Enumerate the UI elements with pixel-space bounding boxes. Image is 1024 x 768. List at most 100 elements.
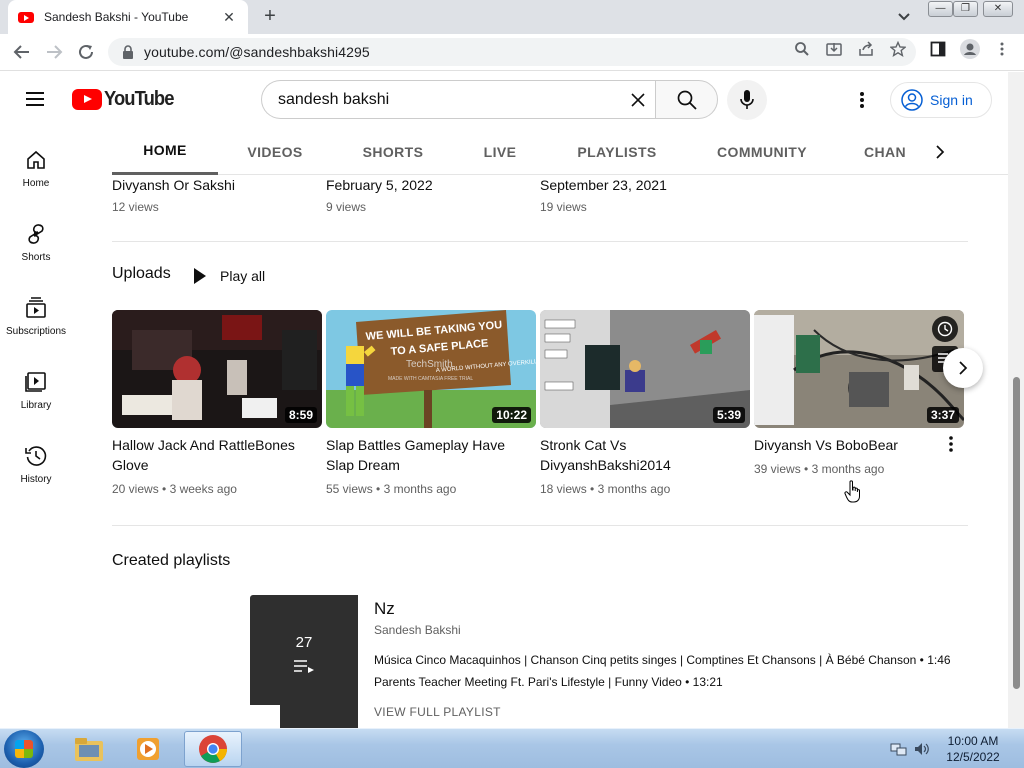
- video-title[interactable]: Stronk Cat Vs DivyanshBakshi2014: [540, 435, 740, 475]
- view-full-playlist-link[interactable]: VIEW FULL PLAYLIST: [374, 705, 501, 719]
- video-title[interactable]: Slap Battles Gameplay Have Slap Dream: [326, 435, 526, 475]
- network-icon[interactable]: [890, 741, 908, 757]
- chrome-icon: [199, 735, 227, 763]
- more-vert-icon: [860, 92, 864, 108]
- video-thumbnail[interactable]: 5:39: [540, 310, 750, 428]
- video-views: 39 views: [754, 462, 801, 476]
- video-action-menu-button[interactable]: [943, 433, 959, 455]
- channel-tabs: HOME VIDEOS SHORTS LIVE PLAYLISTS COMMUN…: [112, 128, 1008, 175]
- clear-search-icon[interactable]: [620, 92, 656, 108]
- list-item[interactable]: Divyansh Or Sakshi 12 views: [112, 175, 322, 214]
- video-age: 3 months ago: [811, 462, 885, 476]
- video-thumbnail[interactable]: WE WILL BE TAKING YOU TO A SAFE PLACE A …: [326, 310, 536, 428]
- video-thumbnail[interactable]: 3:37: [754, 310, 964, 428]
- reload-button[interactable]: [74, 40, 98, 64]
- tab-shorts[interactable]: SHORTS: [352, 128, 434, 175]
- shelf-next-button[interactable]: [943, 348, 983, 388]
- playlist-owner[interactable]: Sandesh Bakshi: [374, 623, 461, 637]
- bookmark-star-icon[interactable]: [890, 41, 906, 57]
- browser-tab[interactable]: Sandesh Bakshi - YouTube ✕: [8, 0, 248, 34]
- taskbar-chrome[interactable]: [184, 731, 242, 767]
- forward-arrow-icon: [47, 45, 63, 59]
- settings-more-button[interactable]: [850, 88, 874, 112]
- guide-item-history[interactable]: History: [0, 424, 72, 498]
- playlist-title[interactable]: Nz: [374, 599, 395, 619]
- list-item[interactable]: September 23, 2021 19 views: [540, 175, 750, 214]
- profile-avatar-icon[interactable]: [960, 39, 980, 59]
- watch-later-button[interactable]: [932, 316, 958, 342]
- new-tab-button[interactable]: +: [258, 5, 282, 29]
- tabs-scroll-right-button[interactable]: [928, 140, 952, 164]
- sign-in-button[interactable]: Sign in: [890, 82, 992, 118]
- forward-button[interactable]: [42, 40, 66, 64]
- reload-icon: [79, 44, 93, 59]
- back-button[interactable]: [10, 40, 34, 64]
- guide-item-home[interactable]: Home: [0, 128, 72, 202]
- tab-close-icon[interactable]: ✕: [220, 9, 238, 26]
- zoom-search-icon[interactable]: [794, 41, 810, 57]
- tab-community[interactable]: COMMUNITY: [708, 128, 816, 175]
- volume-icon[interactable]: [913, 741, 931, 757]
- playlist-thumbnail[interactable]: 27: [250, 595, 358, 728]
- file-explorer-icon: [75, 738, 103, 761]
- video-views: 20 views: [112, 482, 159, 496]
- created-playlists-title[interactable]: Created playlists: [112, 552, 230, 570]
- install-app-icon[interactable]: [826, 41, 842, 57]
- browser-tabstrip: Sandesh Bakshi - YouTube ✕ + — ❐ ✕: [0, 0, 1024, 34]
- side-panel-icon[interactable]: [930, 41, 946, 57]
- video-title[interactable]: Hallow Jack And RattleBones Glove: [112, 435, 312, 475]
- video-card[interactable]: 5:39 Stronk Cat Vs DivyanshBakshi2014 18…: [540, 310, 750, 496]
- tab-playlists[interactable]: PLAYLISTS: [570, 128, 664, 175]
- guide-label: History: [20, 474, 52, 485]
- tab-videos[interactable]: VIDEOS: [236, 128, 314, 175]
- uploads-shelf-title[interactable]: Uploads: [112, 265, 171, 283]
- video-card[interactable]: 8:59 Hallow Jack And RattleBones Glove 2…: [112, 310, 322, 496]
- start-button[interactable]: [4, 730, 44, 768]
- search-input[interactable]: sandesh bakshi: [261, 80, 656, 119]
- guide-item-library[interactable]: Library: [0, 350, 72, 424]
- video-card[interactable]: WE WILL BE TAKING YOU TO A SAFE PLACE A …: [326, 310, 536, 496]
- hamburger-menu-icon[interactable]: [24, 90, 46, 108]
- guide-item-shorts[interactable]: Shorts: [0, 202, 72, 276]
- media-player-icon: [137, 738, 159, 760]
- video-views: 9 views: [326, 200, 367, 214]
- tab-live[interactable]: LIVE: [474, 128, 526, 175]
- taskbar-explorer[interactable]: [60, 731, 118, 767]
- chrome-menu-icon[interactable]: [994, 41, 1010, 57]
- channel-home-content: Divyansh Or Sakshi 12 views February 5, …: [72, 175, 1008, 728]
- scrollbar-thumb[interactable]: [1013, 377, 1020, 689]
- video-thumbnail[interactable]: 8:59: [112, 310, 322, 428]
- video-title[interactable]: Divyansh Or Sakshi: [112, 175, 322, 195]
- shorts-icon: [28, 224, 44, 244]
- video-card[interactable]: 3:37 Divyansh Vs BoboBear 39 views • 3 m…: [754, 310, 964, 476]
- tab-search-chevron-icon[interactable]: [894, 9, 914, 25]
- youtube-play-logo-icon: [72, 88, 102, 110]
- video-title[interactable]: September 23, 2021: [540, 175, 750, 195]
- tab-channels[interactable]: CHAN: [864, 128, 914, 175]
- thumbnail-watermark-sub: MADE WITH CAMTASIA FREE TRIAL: [388, 376, 473, 382]
- playlist-video-item[interactable]: Parents Teacher Meeting Ft. Pari's Lifes…: [374, 675, 723, 689]
- list-item[interactable]: February 5, 2022 9 views: [326, 175, 536, 214]
- microphone-icon: [740, 90, 754, 109]
- lock-icon: [123, 45, 133, 59]
- playlist-video-title: Parents Teacher Meeting Ft. Pari's Lifes…: [374, 675, 682, 689]
- search-button[interactable]: [655, 80, 718, 119]
- video-views: 18 views: [540, 482, 587, 496]
- guide-item-subscriptions[interactable]: Subscriptions: [0, 276, 72, 350]
- restore-button[interactable]: ❐: [953, 1, 978, 17]
- video-title[interactable]: Divyansh Vs BoboBear: [754, 435, 954, 455]
- voice-search-button[interactable]: [727, 80, 767, 120]
- windows-taskbar: 10:00 AM 12/5/2022: [0, 728, 1024, 768]
- taskbar-media-player[interactable]: [120, 731, 178, 767]
- taskbar-clock[interactable]: 10:00 AM 12/5/2022: [934, 733, 1012, 765]
- playlist-video-item[interactable]: Música Cinco Macaquinhos | Chanson Cinq …: [374, 653, 951, 667]
- close-window-button[interactable]: ✕: [983, 1, 1013, 17]
- playlist-video-count: 27: [295, 633, 313, 651]
- video-title[interactable]: February 5, 2022: [326, 175, 536, 195]
- play-all-button[interactable]: Play all: [190, 263, 265, 289]
- tab-home[interactable]: HOME: [112, 128, 218, 175]
- page-scrollbar[interactable]: [1008, 72, 1024, 728]
- minimize-button[interactable]: —: [928, 1, 953, 17]
- share-icon[interactable]: [858, 41, 874, 57]
- youtube-logo[interactable]: YouTube: [72, 88, 180, 110]
